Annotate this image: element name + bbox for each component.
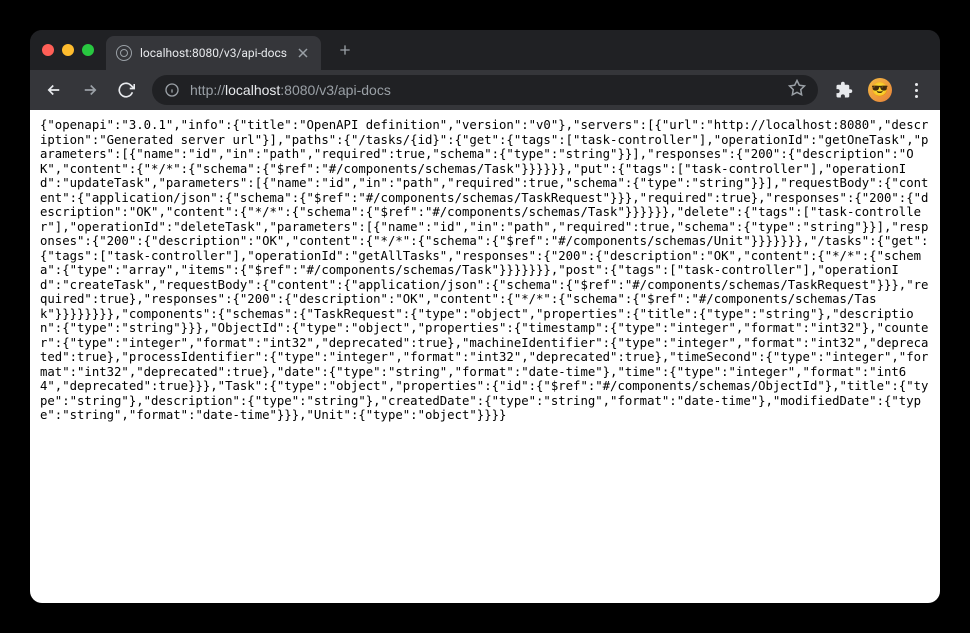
page-content: {"openapi":"3.0.1","info":{"title":"Open…	[30, 110, 940, 603]
maximize-window-button[interactable]	[82, 44, 94, 56]
kebab-icon	[915, 83, 918, 98]
browser-tab[interactable]: localhost:8080/v3/api-docs	[106, 36, 321, 70]
menu-button[interactable]	[900, 74, 932, 106]
address-bar[interactable]: http://localhost:8080/v3/api-docs	[152, 75, 818, 105]
url-protocol: http://	[190, 82, 225, 98]
tab-title: localhost:8080/v3/api-docs	[140, 46, 287, 60]
profile-avatar[interactable]: 😎	[868, 78, 892, 102]
extensions-icon[interactable]	[828, 74, 860, 106]
url-text: http://localhost:8080/v3/api-docs	[190, 82, 778, 98]
bookmark-star-icon[interactable]	[788, 79, 806, 101]
titlebar: localhost:8080/v3/api-docs	[30, 30, 940, 70]
globe-icon	[116, 45, 132, 61]
site-info-icon[interactable]	[164, 82, 180, 98]
browser-window: localhost:8080/v3/api-docs http://localh…	[30, 30, 940, 603]
url-host: localhost	[225, 82, 280, 98]
close-tab-button[interactable]	[295, 45, 311, 61]
json-response-body[interactable]: {"openapi":"3.0.1","info":{"title":"Open…	[40, 118, 930, 423]
url-path: :8080/v3/api-docs	[280, 82, 391, 98]
reload-button[interactable]	[110, 74, 142, 106]
tab-strip: localhost:8080/v3/api-docs	[106, 30, 928, 70]
new-tab-button[interactable]	[331, 36, 359, 64]
window-controls	[42, 44, 94, 56]
minimize-window-button[interactable]	[62, 44, 74, 56]
back-button[interactable]	[38, 74, 70, 106]
close-window-button[interactable]	[42, 44, 54, 56]
toolbar: http://localhost:8080/v3/api-docs 😎	[30, 70, 940, 110]
forward-button[interactable]	[74, 74, 106, 106]
